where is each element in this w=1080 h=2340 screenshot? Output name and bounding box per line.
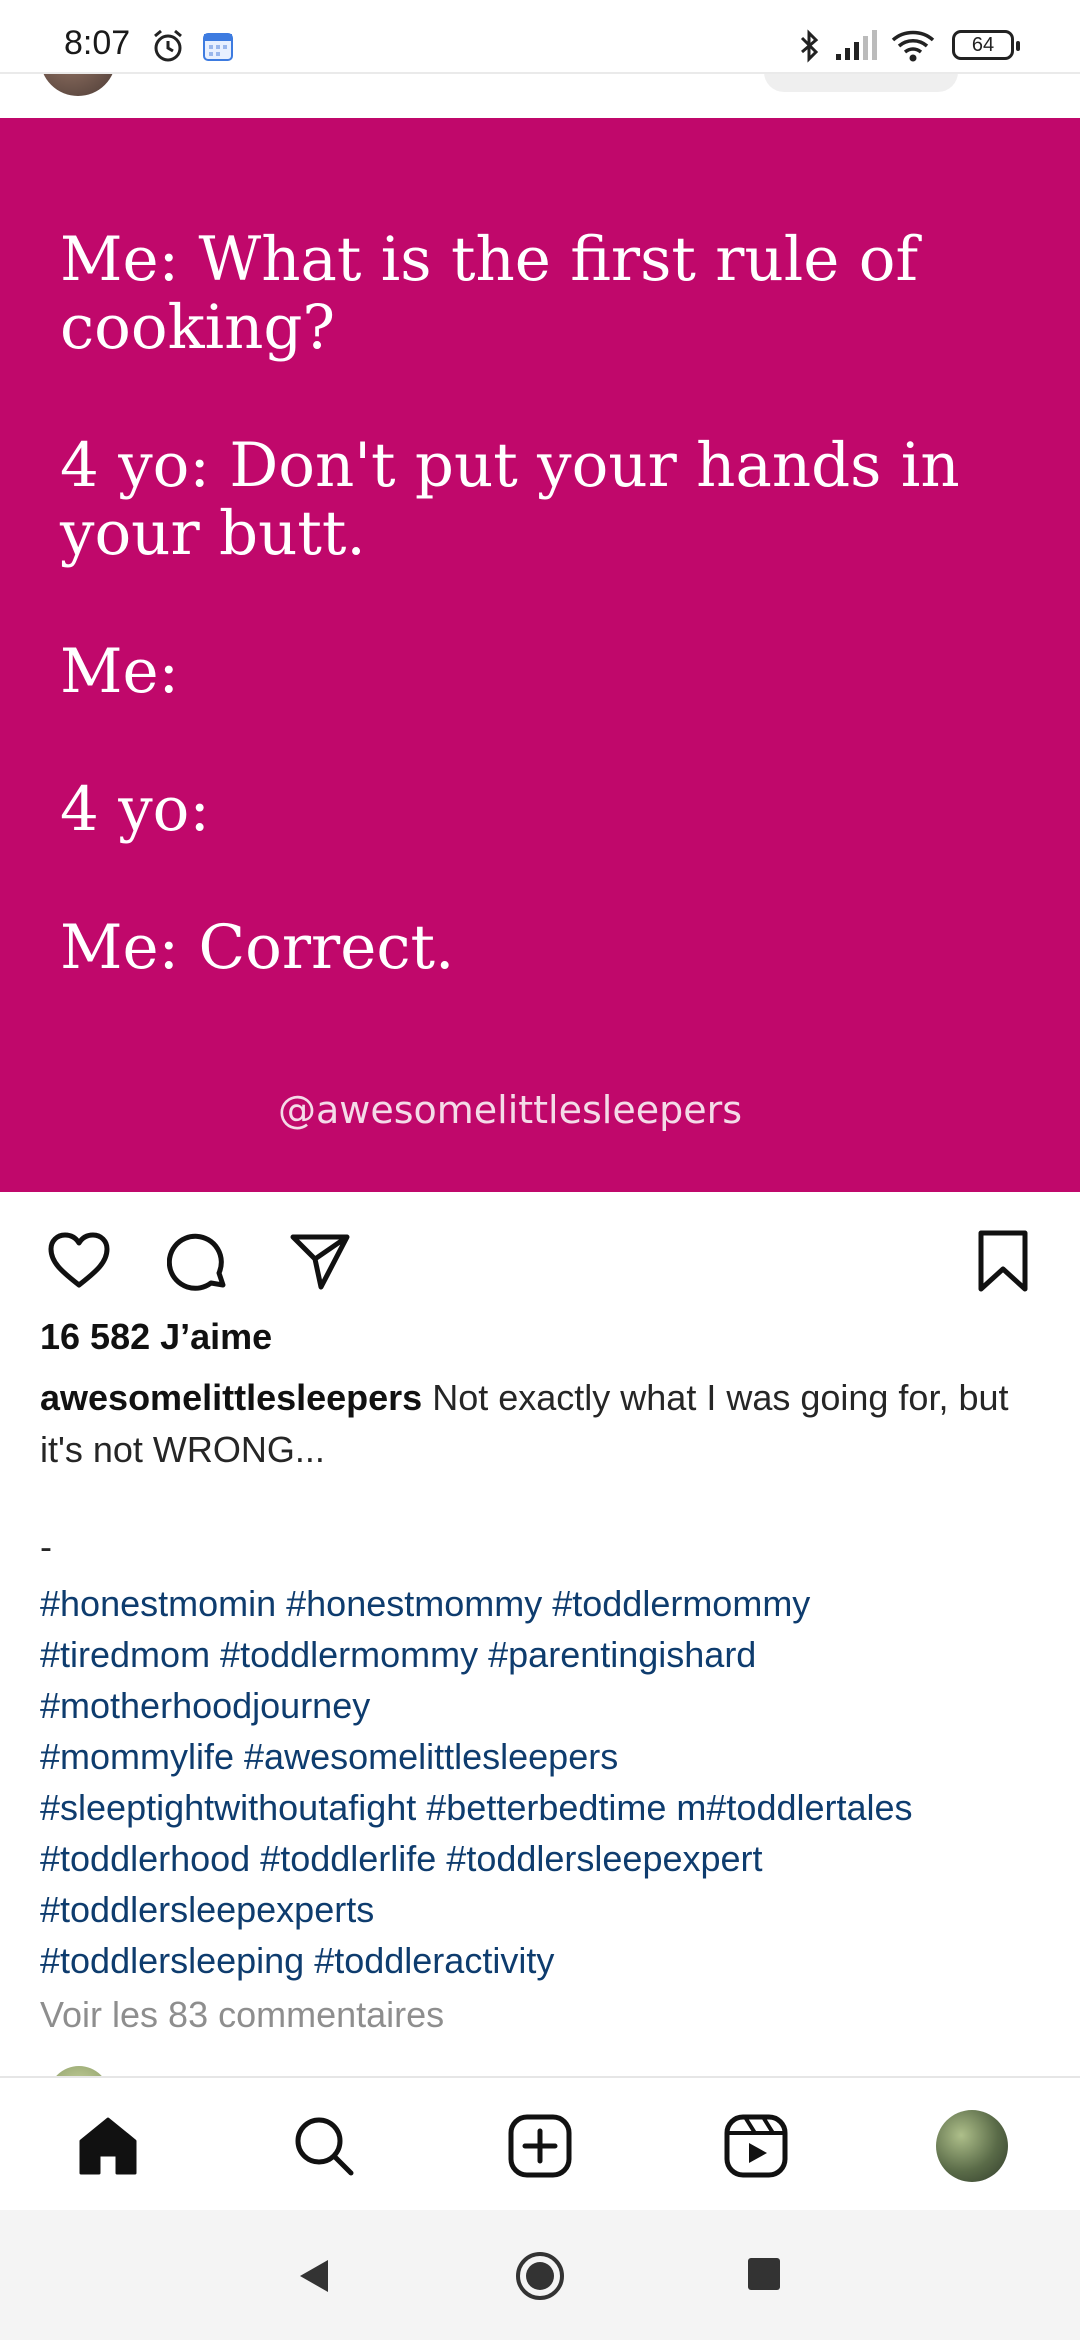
search-icon[interactable] <box>286 2108 362 2184</box>
image-line-1: Me: What is the first rule of cooking? <box>60 224 919 363</box>
hashtag-line[interactable]: #toddlerhood #toddlerlife #toddlersleepe… <box>40 1833 1050 1884</box>
image-line-5: Me: Correct. <box>60 912 455 983</box>
hashtag-line[interactable]: #honestmomin #honestmommy #toddlermommy <box>40 1578 1050 1629</box>
post-image[interactable]: Me: What is the first rule of cooking? 4… <box>0 118 1080 1192</box>
caption-username[interactable]: awesomelittlesleepers <box>40 1377 422 1418</box>
image-line-3: Me: <box>60 636 180 707</box>
image-watermark: @awesomelittlesleepers <box>277 1088 743 1132</box>
post-actions <box>0 1192 1080 1324</box>
recents-icon[interactable] <box>746 2256 782 2297</box>
status-bar: 8:07 64 <box>0 0 1080 74</box>
signal-icon <box>834 28 878 69</box>
hashtag-line[interactable]: #mommylife #awesomelittlesleepers <box>40 1731 1050 1782</box>
hashtag-line[interactable]: #toddlersleepexperts <box>40 1884 1050 1935</box>
home-icon[interactable] <box>70 2108 146 2184</box>
reels-icon[interactable] <box>718 2108 794 2184</box>
like-count[interactable]: 16 582 J’aime <box>40 1316 272 1358</box>
hashtag-line[interactable]: #sleeptightwithoutafight #betterbedtime … <box>40 1782 1050 1833</box>
hashtag-line[interactable]: #motherhoodjourney <box>40 1680 1050 1731</box>
image-line-2: 4 yo: Don't put your hands in your butt. <box>60 430 960 569</box>
home-button-icon[interactable] <box>514 2250 566 2307</box>
alarm-icon <box>150 28 186 69</box>
wifi-icon <box>890 28 936 69</box>
heart-icon[interactable] <box>44 1226 114 1296</box>
status-time: 8:07 <box>64 24 131 62</box>
comment-icon[interactable] <box>164 1226 234 1296</box>
post-caption: awesomelittlesleepers Not exactly what I… <box>40 1372 1050 1476</box>
header-divider <box>0 72 1080 74</box>
back-icon[interactable] <box>296 2256 332 2301</box>
image-line-4: 4 yo: <box>60 774 210 845</box>
battery-icon: 64 <box>952 30 1020 60</box>
bottom-nav <box>0 2076 1080 2212</box>
caption-separator: - <box>40 1526 52 1567</box>
profile-avatar[interactable] <box>934 2108 1010 2184</box>
hashtag-list: #honestmomin #honestmommy #toddlermommy … <box>40 1578 1050 1986</box>
system-nav-bar <box>0 2210 1080 2340</box>
bluetooth-icon <box>796 28 824 69</box>
bookmark-icon[interactable] <box>968 1226 1038 1296</box>
create-icon[interactable] <box>502 2108 578 2184</box>
hashtag-line[interactable]: #tiredmom #toddlermommy #parentingishard <box>40 1629 1050 1680</box>
view-comments-link[interactable]: Voir les 83 commentaires <box>40 1994 444 2036</box>
calendar-icon <box>200 28 236 69</box>
share-icon[interactable] <box>284 1226 354 1296</box>
post-image-text: Me: What is the first rule of cooking? 4… <box>60 226 1040 1052</box>
hashtag-line[interactable]: #toddlersleeping #toddleractivity <box>40 1935 1050 1986</box>
